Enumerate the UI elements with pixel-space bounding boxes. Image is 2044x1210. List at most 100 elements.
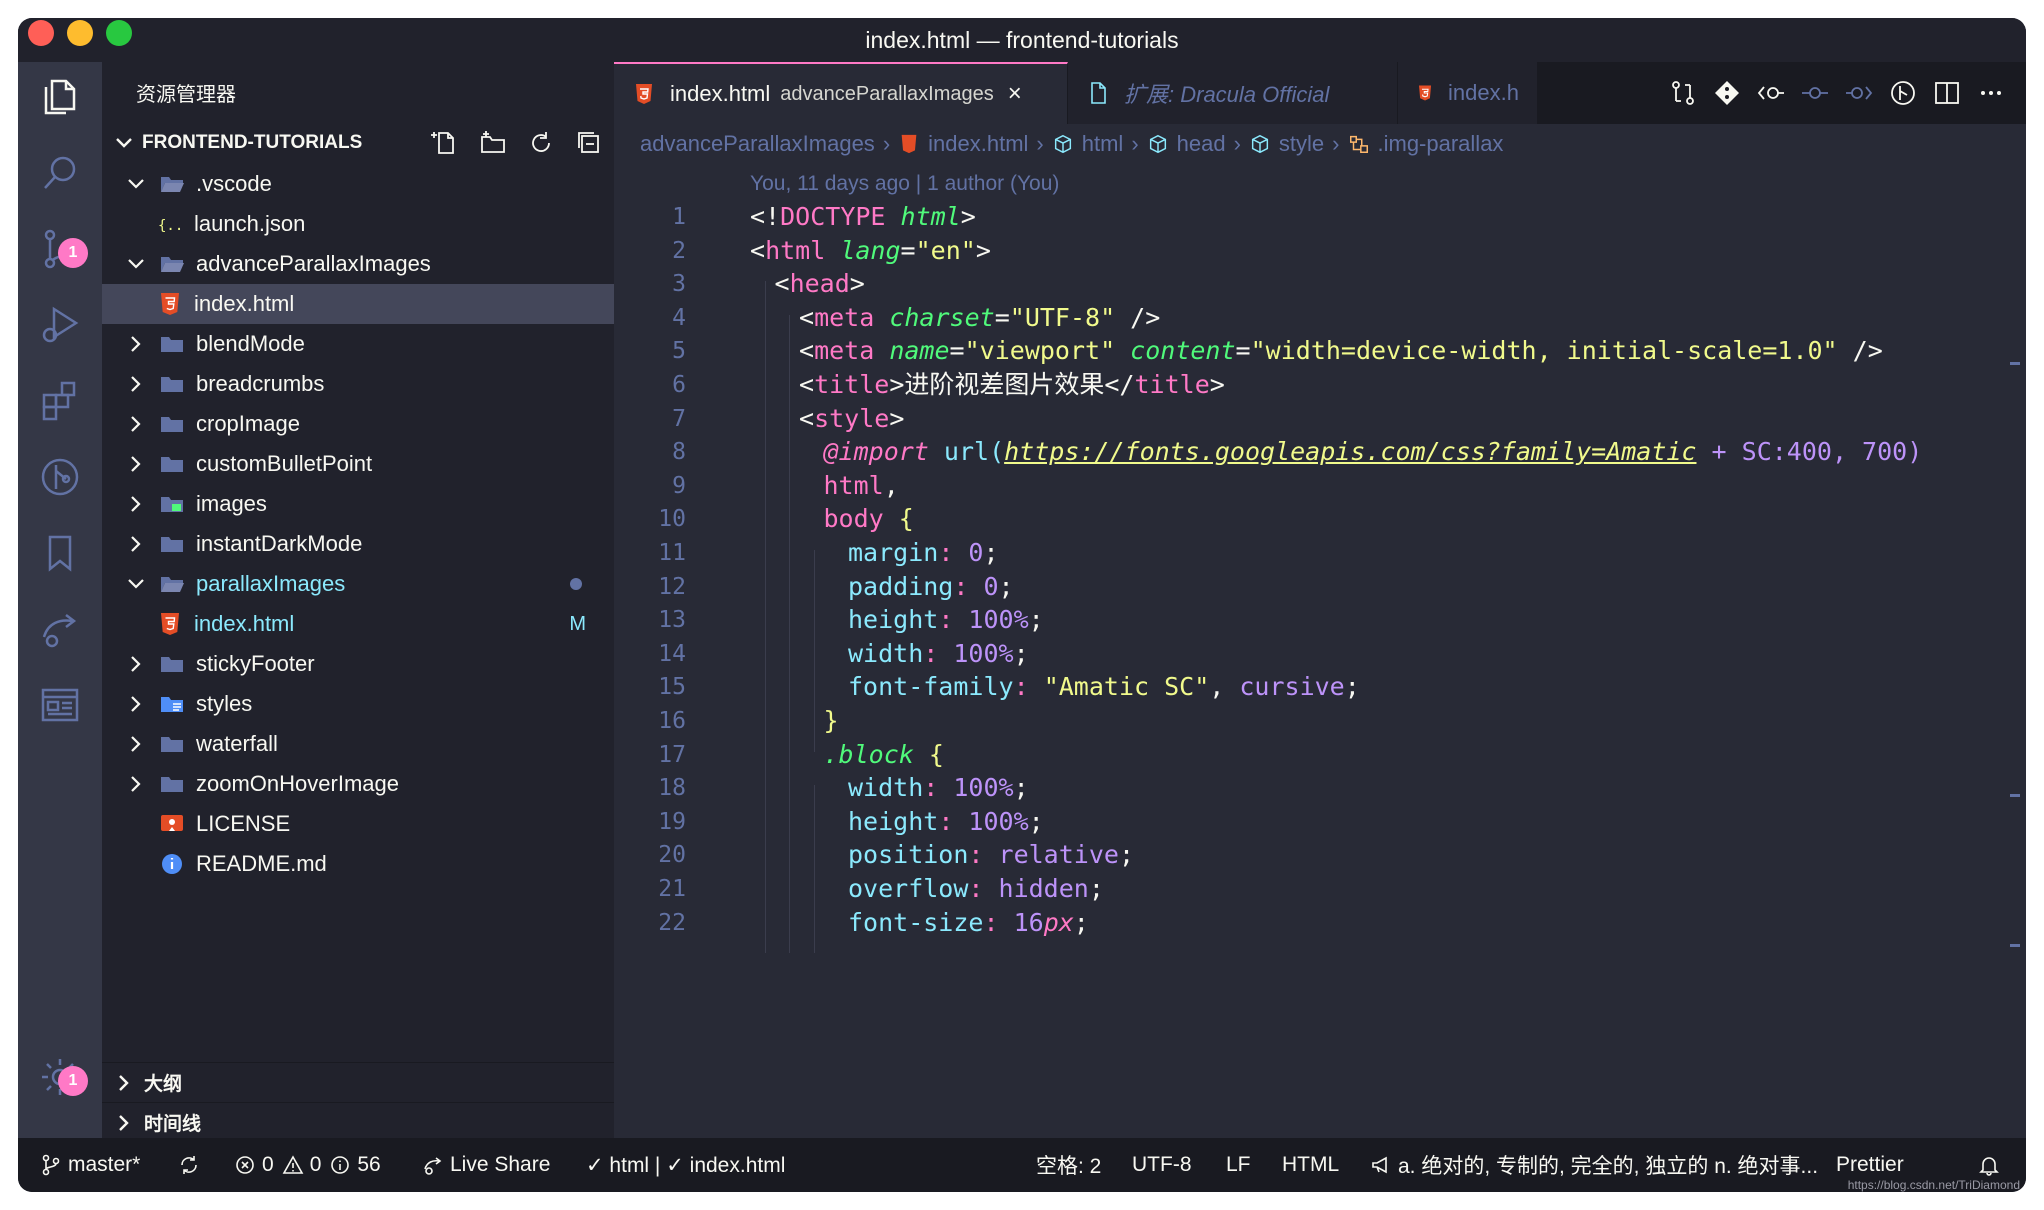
more-actions-icon[interactable] — [1976, 78, 2006, 108]
tree-item[interactable]: customBulletPoint — [102, 444, 614, 484]
code-line[interactable]: 5 <meta name="viewport" content="width=de… — [614, 334, 2026, 368]
code-line[interactable]: 10 body { — [614, 502, 2026, 536]
line-content: padding: 0; — [848, 571, 1014, 601]
code-line[interactable]: 3 <head> — [614, 267, 2026, 301]
code-line[interactable]: 21 overflow: hidden; — [614, 872, 2026, 906]
split-editor-icon[interactable] — [1932, 78, 1962, 108]
tree-item[interactable]: index.html — [102, 284, 614, 324]
tree-item[interactable]: cropImage — [102, 404, 614, 444]
breadcrumb-file[interactable]: index.html › — [898, 131, 1052, 157]
tree-item[interactable]: waterfall — [102, 724, 614, 764]
lint-status[interactable]: ✓ html | ✓ index.html — [586, 1138, 785, 1192]
run-debug-icon[interactable] — [18, 290, 102, 360]
tree-item[interactable]: images — [102, 484, 614, 524]
close-window-button[interactable] — [28, 20, 54, 46]
bookmark-icon[interactable] — [18, 518, 102, 588]
code-line[interactable]: 14 width: 100%; — [614, 637, 2026, 671]
tab-index-html-2[interactable]: index.h — [1398, 62, 1538, 124]
tree-item[interactable]: index.html M — [102, 604, 614, 644]
line-content: <!DOCTYPE html> — [750, 202, 976, 231]
live-share-icon — [424, 1157, 442, 1175]
code-line[interactable]: 7 <style> — [614, 402, 2026, 436]
code-line[interactable]: 1 <!DOCTYPE html> — [614, 200, 2026, 234]
code-line[interactable]: 19 height: 100%; — [614, 805, 2026, 839]
code-line[interactable]: 13 height: 100%; — [614, 603, 2026, 637]
git-icon[interactable] — [1712, 78, 1742, 108]
code-line[interactable]: 8 @import url(https://fonts.googleapis.co… — [614, 435, 2026, 469]
code-line[interactable]: 11 margin: 0; — [614, 536, 2026, 570]
tree-item-label: stickyFooter — [196, 651, 315, 676]
open-preview-icon[interactable] — [1888, 78, 1918, 108]
tree-item[interactable]: README.md — [102, 844, 614, 884]
code-line[interactable]: 2 <html lang="en"> — [614, 234, 2026, 268]
new-file-icon[interactable] — [430, 128, 460, 158]
tree-item[interactable]: advanceParallaxImages — [102, 244, 614, 284]
code-line[interactable]: 9 html, — [614, 469, 2026, 503]
code-line[interactable]: 17 .block { — [614, 738, 2026, 772]
zoom-window-button[interactable] — [106, 20, 132, 46]
line-number: 9 — [672, 472, 686, 499]
tree-item[interactable]: breadcrumbs — [102, 364, 614, 404]
tree-item[interactable]: styles — [102, 684, 614, 724]
live-share-icon[interactable] — [18, 594, 102, 664]
next-change-icon[interactable] — [1844, 78, 1874, 108]
code-line[interactable]: 22 font-size: 16px; — [614, 906, 2026, 940]
eol-status[interactable]: LF — [1226, 1138, 1251, 1192]
sync-button[interactable] — [178, 1138, 206, 1192]
tree-item[interactable]: stickyFooter — [102, 644, 614, 684]
code-line[interactable]: 16} — [614, 704, 2026, 738]
collapse-all-icon[interactable] — [574, 128, 604, 158]
code-line[interactable]: 20 position: relative; — [614, 838, 2026, 872]
tree-item-label: index.html — [194, 291, 295, 316]
translation-status[interactable]: a. 绝对的, 专制的, 完全的, 独立的 n. 绝对事... — [1370, 1138, 1818, 1192]
outline-section-header[interactable]: 大纲 — [102, 1062, 614, 1102]
tab-index-html-active[interactable]: index.html advanceParallaxImages × — [614, 62, 1068, 124]
compare-changes-icon[interactable] — [1668, 78, 1698, 108]
html5-icon — [156, 610, 184, 638]
indentation-status[interactable]: 空格: 2 — [1036, 1138, 1101, 1192]
breadcrumb-style[interactable]: style › — [1249, 131, 1348, 157]
breadcrumb-selector[interactable]: .img-parallax — [1348, 131, 1503, 157]
timeline-section-header[interactable]: 时间线 — [102, 1102, 614, 1142]
tree-item[interactable]: .vscode — [102, 164, 614, 204]
breadcrumb-html[interactable]: html › — [1052, 131, 1147, 157]
code-line[interactable]: 15 font-family: "Amatic SC", cursive; — [614, 670, 2026, 704]
code-line[interactable]: 18 width: 100%; — [614, 771, 2026, 805]
folder-icon — [158, 570, 186, 598]
tree-item[interactable]: parallaxImages — [102, 564, 614, 604]
refresh-icon[interactable] — [526, 128, 556, 158]
browser-preview-icon[interactable] — [18, 670, 102, 740]
commit-icon[interactable] — [1800, 78, 1830, 108]
folder-icon — [158, 690, 186, 718]
folder-icon — [158, 730, 186, 758]
tree-item[interactable]: LICENSE — [102, 804, 614, 844]
breadcrumb-head[interactable]: head › — [1147, 131, 1249, 157]
extensions-icon[interactable] — [18, 366, 102, 436]
new-folder-icon[interactable] — [478, 128, 508, 158]
close-tab-icon[interactable]: × — [1008, 80, 1022, 108]
branch-indicator[interactable]: master* — [40, 1138, 140, 1192]
code-editor[interactable]: You, 11 days ago | 1 author (You) 1 <!DOC… — [614, 164, 2026, 1138]
chevron-down-icon — [128, 179, 144, 189]
tree-item[interactable]: blendMode — [102, 324, 614, 364]
code-line[interactable]: 6 <title>进阶视差图片效果</title> — [614, 368, 2026, 402]
breadcrumb-folder[interactable]: advanceParallaxImages › — [640, 131, 898, 157]
previous-change-icon[interactable] — [1756, 78, 1786, 108]
explorer-icon[interactable] — [18, 62, 102, 132]
code-line[interactable]: 4 <meta charset="UTF-8" /> — [614, 301, 2026, 335]
tree-item[interactable]: zoomOnHoverImage — [102, 764, 614, 804]
live-share-button[interactable]: Live Share — [422, 1138, 550, 1192]
git-graph-icon[interactable] — [18, 442, 102, 512]
tree-item[interactable]: {..} launch.json — [102, 204, 614, 244]
minimize-window-button[interactable] — [67, 20, 93, 46]
problems-indicator[interactable]: 0 0 56 — [234, 1138, 381, 1192]
line-content: <title>进阶视差图片效果</title> — [799, 370, 1225, 399]
search-icon[interactable] — [18, 138, 102, 208]
tree-item[interactable]: instantDarkMode — [102, 524, 614, 564]
code-line[interactable]: 12 padding: 0; — [614, 570, 2026, 604]
encoding-status[interactable]: UTF-8 — [1132, 1138, 1192, 1192]
workspace-section-header[interactable]: FRONTEND-TUTORIALS — [102, 122, 614, 164]
language-mode[interactable]: HTML — [1282, 1138, 1339, 1192]
tab-dracula-extension[interactable]: 扩展: Dracula Official — [1068, 62, 1398, 124]
line-content: .block { — [823, 739, 944, 769]
